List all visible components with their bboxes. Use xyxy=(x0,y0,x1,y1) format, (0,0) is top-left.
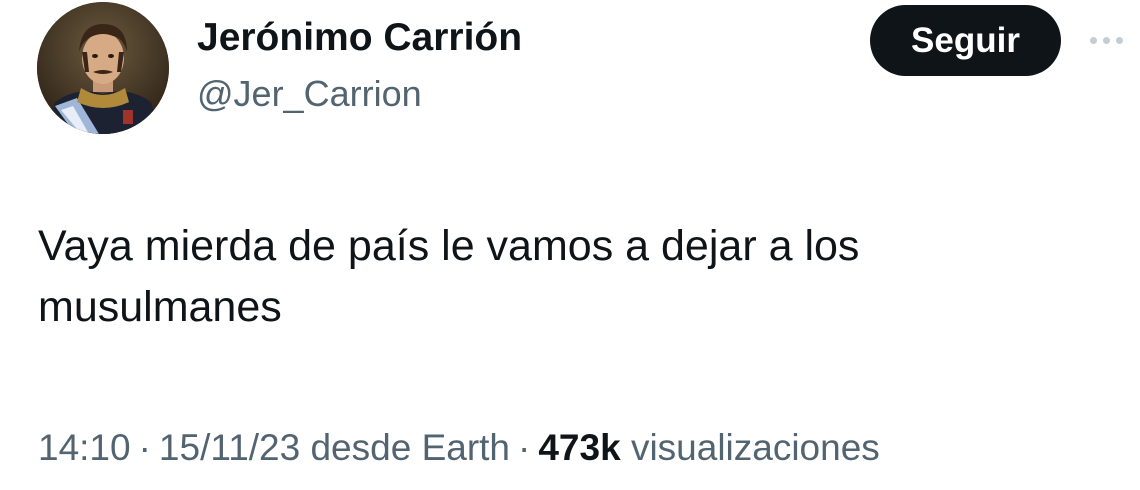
more-dot-1 xyxy=(1090,36,1097,44)
tweet-card: Jerónimo Carrión @Jer_Carrion Seguir Vay… xyxy=(0,0,1140,490)
views-count[interactable]: 473k xyxy=(538,427,620,468)
tweet-text: Vaya mierda de país le vamos a dejar a l… xyxy=(38,216,1098,338)
follow-button[interactable]: Seguir xyxy=(870,5,1061,76)
separator: · xyxy=(518,427,531,468)
more-dot-2 xyxy=(1103,36,1110,44)
tweet-meta: 14:10 · 15/11/23 desde Earth · 473k visualiz… xyxy=(38,425,880,471)
portrait-avatar-icon xyxy=(37,2,169,134)
avatar[interactable] xyxy=(37,2,169,134)
tweet-source: desde Earth xyxy=(310,427,511,468)
more-dots-icon[interactable] xyxy=(1090,28,1140,52)
tweet-date[interactable]: 15/11/23 xyxy=(159,427,300,468)
user-info: Jerónimo Carrión @Jer_Carrion xyxy=(197,14,522,116)
display-name[interactable]: Jerónimo Carrión xyxy=(197,14,522,62)
user-handle[interactable]: @Jer_Carrion xyxy=(197,72,522,116)
tweet-time[interactable]: 14:10 xyxy=(38,427,131,468)
views-label: visualizaciones xyxy=(630,427,880,468)
tweet-text-line-2: musulmanes xyxy=(38,283,282,331)
more-dot-3 xyxy=(1116,36,1123,44)
tweet-text-line-1: Vaya mierda de país le vamos a dejar a l… xyxy=(38,222,860,270)
separator: · xyxy=(138,427,151,468)
